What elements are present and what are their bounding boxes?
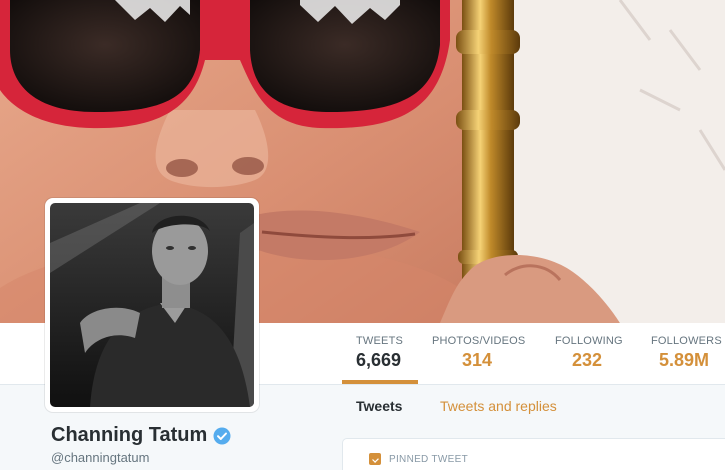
stat-photos-videos[interactable]: PHOTOS/VIDEOS 314 [432,335,525,385]
tab-tweets[interactable]: Tweets [356,398,402,414]
profile-name[interactable]: Channing Tatum [51,424,207,447]
pinned-tweet-card: PINNED TWEET [342,438,725,470]
stat-following[interactable]: FOLLOWING 232 [555,335,623,385]
stat-value: 232 [572,350,603,370]
stat-value: 6,669 [356,350,402,370]
pinned-tweet-label: PINNED TWEET [389,453,468,465]
stat-followers[interactable]: FOLLOWERS 5.89M [651,335,722,385]
pinned-tweet-context: PINNED TWEET [369,453,468,465]
stat-value: 5.89M [659,350,710,370]
profile-avatar[interactable] [45,198,259,412]
verified-badge-icon [213,427,231,445]
pin-icon [369,453,381,465]
stat-label: FOLLOWERS [651,335,722,347]
stat-label: PHOTOS/VIDEOS [432,335,526,347]
tab-tweets-and-replies[interactable]: Tweets and replies [440,398,557,414]
profile-name-row: Channing Tatum [51,424,231,447]
stat-label: TWEETS [356,335,404,347]
stat-value: 314 [462,350,493,370]
stat-label: FOLLOWING [555,335,623,347]
active-stat-indicator [342,380,418,384]
stat-tweets[interactable]: TWEETS 6,669 [356,335,403,385]
profile-handle[interactable]: @channingtatum [51,450,149,465]
